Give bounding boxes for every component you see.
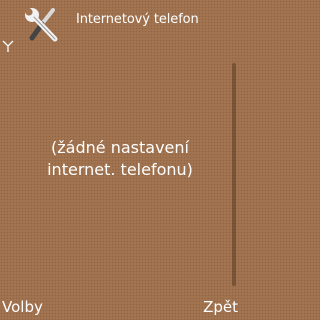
message-line-2: internet. telefonu) — [47, 160, 193, 179]
empty-state-message: (žádné nastavení internet. telefonu) — [0, 137, 240, 181]
page-title: Internetový telefon — [76, 12, 199, 27]
back-softkey[interactable]: Zpět — [203, 297, 238, 317]
message-line-1: (žádné nastavení — [51, 138, 189, 157]
wrench-screwdriver-icon — [25, 8, 58, 42]
antenna-icon — [2, 40, 14, 52]
options-softkey[interactable]: Volby — [2, 297, 43, 317]
